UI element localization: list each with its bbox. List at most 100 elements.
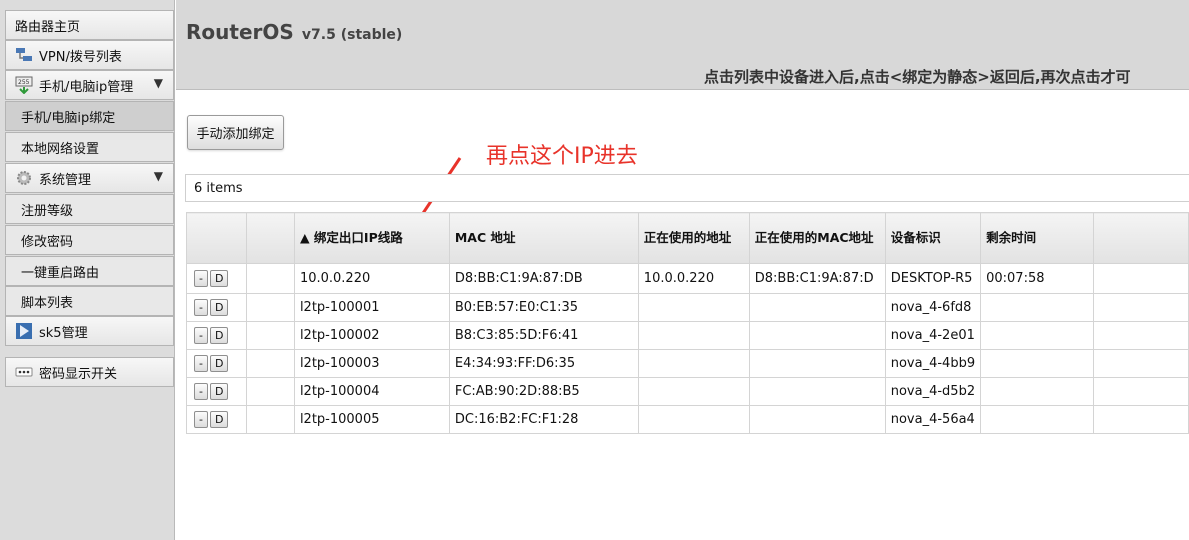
row-actions: -D <box>186 293 247 322</box>
disable-button[interactable]: D <box>209 327 229 344</box>
cell-mac: D8:BB:C1:9A:87:DB <box>448 263 639 294</box>
cell-remaining-time: 00:07:58 <box>980 263 1095 294</box>
sidebar-item-sk5-management[interactable]: sk5管理 <box>5 316 174 346</box>
sidebar-item-vpn-list[interactable]: VPN/拨号列表 <box>5 40 174 70</box>
chevron-down-icon: ▼ <box>153 169 163 183</box>
column-header-device-id[interactable]: 设备标识 <box>884 212 982 264</box>
cell-blank <box>245 263 295 294</box>
disable-button[interactable]: D <box>209 383 229 400</box>
sidebar-item-label: 一键重启路由 <box>21 265 100 281</box>
table-row[interactable]: - Dl2tp-100001 B0:EB:57:E0:C1:35 nova_4-6fd… <box>186 293 1189 322</box>
sidebar-item-device-ip-management[interactable]: 255 手机/电脑ip管理 ▼ <box>5 70 174 100</box>
sidebar-item-label: 路由器主页 <box>15 19 81 35</box>
sidebar-item-one-click-reboot[interactable]: 一键重启路由 <box>5 256 174 286</box>
remove-button[interactable]: - <box>194 411 208 428</box>
page-title: RouterOS v7.5 (stable) <box>186 20 402 44</box>
sidebar-item-label: VPN/拨号列表 <box>39 49 122 65</box>
table-row[interactable]: - D 10.0.0.220 D8:BB:C1:9A:87:DB 10.0.0.220 D… <box>186 263 1189 294</box>
sidebar-item-password-display-toggle[interactable]: 密码显示开关 <box>5 357 174 387</box>
cell-remaining-time <box>980 377 1095 406</box>
sidebar: 路由器主页 VPN/拨号列表 255 手机/电脑ip管理 ▼ 手机/电脑ip绑定… <box>0 0 175 540</box>
column-header-filler <box>1093 212 1189 264</box>
cell-line[interactable]: 10.0.0.220 <box>293 263 450 294</box>
cell-filler <box>1093 263 1189 294</box>
sidebar-item-label: 注册等级 <box>21 203 74 219</box>
remove-button[interactable]: - <box>194 355 208 372</box>
sidebar-item-device-ip-binding[interactable]: 手机/电脑ip绑定 <box>5 101 174 131</box>
add-binding-button[interactable]: 手动添加绑定 <box>187 115 284 150</box>
cell-line[interactable]: l2tp-100001 <box>293 293 450 322</box>
cell-active-address <box>637 293 750 322</box>
cell-device-id: nova_4-4bb9 <box>884 349 982 378</box>
sidebar-item-script-list[interactable]: 脚本列表 <box>5 286 174 316</box>
cell-mac: B0:EB:57:E0:C1:35 <box>448 293 639 322</box>
cell-filler <box>1093 321 1189 350</box>
table-header-row: ▲ 绑定出口IP线路 MAC 地址 正在使用的地址 正在使用的MAC地址 设备标… <box>186 212 1189 264</box>
page-header: RouterOS v7.5 (stable) 点击列表中设备进入后,点击<绑定为… <box>176 0 1189 90</box>
column-header-active-address[interactable]: 正在使用的地址 <box>637 212 750 264</box>
table-row[interactable]: - Dl2tp-100002 B8:C3:85:5D:F6:41 nova_4-2e0… <box>186 321 1189 350</box>
remove-button[interactable]: - <box>194 270 208 287</box>
network-icon <box>15 46 33 64</box>
cell-device-id: nova_4-56a4 <box>884 405 982 434</box>
cell-filler <box>1093 405 1189 434</box>
gear-icon <box>15 169 33 187</box>
table-row[interactable]: - Dl2tp-100005 DC:16:B2:FC:F1:28 nova_4-56a… <box>186 405 1189 434</box>
disable-button[interactable]: D <box>209 270 229 287</box>
sort-ascending-icon: ▲ <box>299 230 310 245</box>
sidebar-item-router-home[interactable]: 路由器主页 <box>5 10 174 40</box>
cell-blank <box>245 321 295 350</box>
disable-button[interactable]: D <box>209 411 229 428</box>
cell-filler <box>1093 349 1189 378</box>
sidebar-item-change-password[interactable]: 修改密码 <box>5 225 174 255</box>
sidebar-item-local-network[interactable]: 本地网络设置 <box>5 132 174 162</box>
sidebar-item-label: 密码显示开关 <box>39 366 118 382</box>
sidebar-item-registration-level[interactable]: 注册等级 <box>5 194 174 224</box>
cell-active-address <box>637 321 750 350</box>
column-header-active-mac[interactable]: 正在使用的MAC地址 <box>748 212 886 264</box>
ip-icon: 255 <box>15 76 33 95</box>
table-row[interactable]: - Dl2tp-100003 E4:34:93:FF:D6:35 nova_4-4bb… <box>186 349 1189 378</box>
sidebar-item-label: 修改密码 <box>21 234 74 250</box>
cell-filler <box>1093 377 1189 406</box>
remove-button[interactable]: - <box>194 383 208 400</box>
remove-button[interactable]: - <box>194 327 208 344</box>
cell-device-id: nova_4-6fd8 <box>884 293 982 322</box>
row-actions: -D <box>186 377 247 406</box>
cell-line[interactable]: l2tp-100002 <box>293 321 450 350</box>
column-header-actions <box>186 212 247 264</box>
cell-remaining-time <box>980 405 1095 434</box>
cell-active-mac <box>748 377 886 406</box>
instruction-notice: 点击列表中设备进入后,点击<绑定为静态>返回后,再次点击才可 <box>704 68 1131 86</box>
chevron-down-icon: ▼ <box>153 76 163 90</box>
disable-button[interactable]: D <box>209 355 229 372</box>
password-dots-icon <box>15 363 33 381</box>
cell-mac: E4:34:93:FF:D6:35 <box>448 349 639 378</box>
disable-button[interactable]: D <box>209 299 229 316</box>
cell-line[interactable]: l2tp-100003 <box>293 349 450 378</box>
cell-active-mac <box>748 321 886 350</box>
remove-button[interactable]: - <box>194 299 208 316</box>
cell-blank <box>245 377 295 406</box>
cell-mac: B8:C3:85:5D:F6:41 <box>448 321 639 350</box>
cell-device-id: nova_4-d5b2 <box>884 377 982 406</box>
cell-filler <box>1093 293 1189 322</box>
binding-table: ▲ 绑定出口IP线路 MAC 地址 正在使用的地址 正在使用的MAC地址 设备标… <box>186 212 1189 434</box>
cell-blank <box>245 405 295 434</box>
table-row[interactable]: - Dl2tp-100004 FC:AB:90:2D:88:B5 nova_4-d5b… <box>186 377 1189 406</box>
row-actions: -D <box>186 349 247 378</box>
app-name: RouterOS <box>186 20 294 44</box>
cell-active-address <box>637 405 750 434</box>
cell-mac: FC:AB:90:2D:88:B5 <box>448 377 639 406</box>
sidebar-item-label: 手机/电脑ip管理 <box>39 79 134 95</box>
column-header-remaining-time[interactable]: 剩余时间 <box>980 212 1095 264</box>
column-header-line[interactable]: ▲ 绑定出口IP线路 <box>293 212 450 264</box>
cell-remaining-time <box>980 293 1095 322</box>
cell-remaining-time <box>980 349 1095 378</box>
sidebar-item-system-management[interactable]: 系统管理 ▼ <box>5 163 174 193</box>
cell-line[interactable]: l2tp-100004 <box>293 377 450 406</box>
sidebar-item-label: 系统管理 <box>39 172 92 188</box>
cell-line[interactable]: l2tp-100005 <box>293 405 450 434</box>
column-header-mac[interactable]: MAC 地址 <box>448 212 639 264</box>
cell-active-mac <box>748 405 886 434</box>
